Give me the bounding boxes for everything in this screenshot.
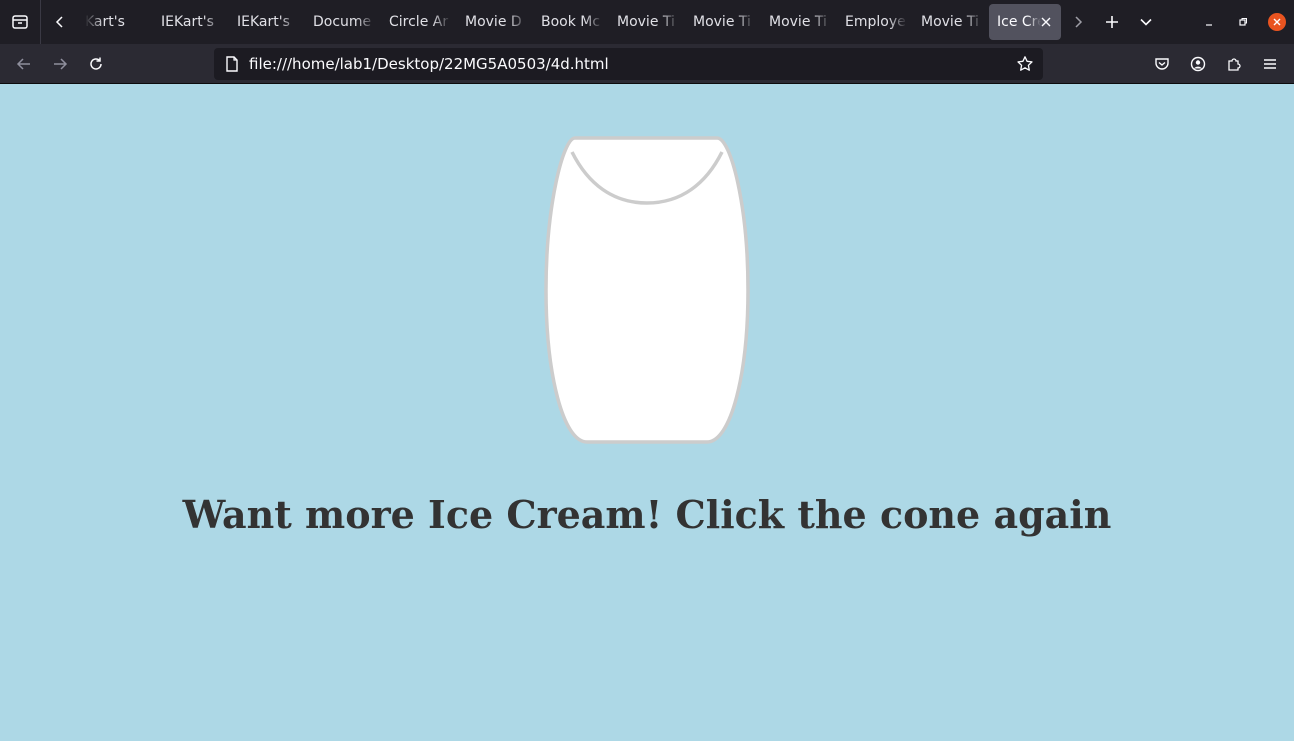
restore-icon <box>1239 18 1247 26</box>
chevron-right-icon <box>1075 16 1083 28</box>
puzzle-icon <box>1228 58 1241 71</box>
ice-cream-cup-shape <box>544 136 750 444</box>
tab-label: IEKart's <box>237 14 290 30</box>
url-bar[interactable]: file:///home/lab1/Desktop/22MG5A0503/4d.… <box>214 48 1043 80</box>
tab-label: Movie Ti <box>693 14 751 30</box>
tab-label: Book Mc <box>541 14 601 30</box>
arrow-left-icon <box>16 58 30 70</box>
page-icon <box>222 54 242 74</box>
tab-9[interactable]: Movie Ti <box>761 4 837 40</box>
tab-active[interactable]: Ice Cre <box>989 4 1061 40</box>
back-button[interactable] <box>8 48 40 80</box>
tab-1[interactable]: IEKart's <box>153 4 229 40</box>
close-window-button[interactable] <box>1260 0 1294 44</box>
reload-button[interactable] <box>80 48 112 80</box>
account-button[interactable] <box>1182 48 1214 80</box>
tab-label: Movie Ti <box>921 14 979 30</box>
tab-label: Employe <box>845 14 906 30</box>
tab-label: Circle Ar <box>389 14 449 30</box>
window-controls <box>1192 0 1294 44</box>
tab-label: Movie Ti <box>617 14 675 30</box>
tab-scroll-left-button[interactable] <box>43 0 77 44</box>
tab-3[interactable]: Docume <box>305 4 381 40</box>
reload-icon <box>90 57 102 70</box>
chevron-down-icon <box>1140 18 1152 26</box>
tab-6[interactable]: Book Mc <box>533 4 609 40</box>
plus-icon <box>1106 16 1118 28</box>
arrow-right-icon <box>54 58 68 70</box>
bookmark-star-icon[interactable] <box>1013 52 1037 76</box>
tab-11[interactable]: Movie Ti <box>913 4 989 40</box>
pocket-icon <box>1155 58 1169 70</box>
menu-button[interactable] <box>1254 48 1286 80</box>
tab-close-button[interactable] <box>1037 13 1055 31</box>
tab-list: Kart's IEKart's IEKart's Docume Circle A… <box>43 0 1163 44</box>
tab-scroll-right-button[interactable] <box>1061 0 1095 44</box>
list-all-tabs-button[interactable] <box>1129 0 1163 44</box>
page-content: Want more Ice Cream! Click the cone agai… <box>0 85 1294 741</box>
tab-8[interactable]: Movie Ti <box>685 4 761 40</box>
tab-2[interactable]: IEKart's <box>229 4 305 40</box>
tab-label: Ice Cre <box>997 14 1041 30</box>
tab-label: Docume <box>313 14 372 30</box>
url-text[interactable]: file:///home/lab1/Desktop/22MG5A0503/4d.… <box>249 55 1013 73</box>
firefox-view-button[interactable] <box>0 0 40 44</box>
ice-cream-cone[interactable] <box>543 136 751 444</box>
extensions-button[interactable] <box>1218 48 1250 80</box>
minimize-button[interactable] <box>1192 0 1226 44</box>
pocket-button[interactable] <box>1146 48 1178 80</box>
account-icon <box>1190 56 1206 72</box>
tab-5[interactable]: Movie D <box>457 4 533 40</box>
minimize-icon <box>1206 24 1212 26</box>
close-window-icon <box>1268 13 1286 31</box>
firefox-view-icon <box>12 15 28 29</box>
tab-strip: Kart's IEKart's IEKart's Docume Circle A… <box>0 0 1294 44</box>
close-icon <box>1041 17 1051 27</box>
restore-button[interactable] <box>1226 0 1260 44</box>
tab-0[interactable]: Kart's <box>77 4 153 40</box>
tab-strip-separator <box>40 0 41 44</box>
chevron-left-icon <box>55 16 63 28</box>
new-tab-button[interactable] <box>1095 0 1129 44</box>
forward-button[interactable] <box>44 48 76 80</box>
tab-label: IEKart's <box>161 14 214 30</box>
hamburger-menu-icon <box>1264 59 1276 69</box>
tab-7[interactable]: Movie Ti <box>609 4 685 40</box>
tab-label: Movie D <box>465 14 522 30</box>
message-heading: Want more Ice Cream! Click the cone agai… <box>182 492 1112 537</box>
tab-label: Kart's <box>85 14 125 30</box>
tab-label: Movie Ti <box>769 14 827 30</box>
tab-10[interactable]: Employe <box>837 4 913 40</box>
nav-toolbar: file:///home/lab1/Desktop/22MG5A0503/4d.… <box>0 44 1294 84</box>
tab-4[interactable]: Circle Ar <box>381 4 457 40</box>
